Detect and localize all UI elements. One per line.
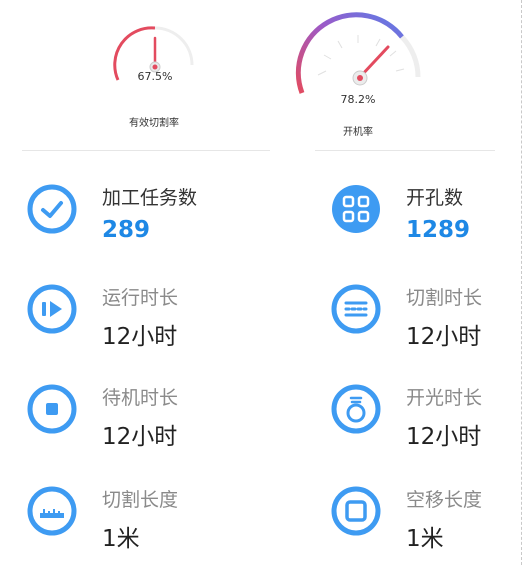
gauge-label: 开机率 <box>343 127 373 138</box>
effective-cutting-gauge: 67.5% 有效切割率 <box>100 10 210 129</box>
divider <box>315 150 495 151</box>
stat-label: 待机时长 <box>102 387 179 409</box>
stop-icon <box>27 384 77 434</box>
stat-label: 切割时长 <box>406 287 483 309</box>
check-icon <box>27 184 77 234</box>
stat-label: 切割长度 <box>102 489 179 511</box>
gauge-value: 67.5% <box>137 70 173 83</box>
stat-value: 12小时 <box>102 324 178 350</box>
stat-label: 运行时长 <box>102 287 179 309</box>
stat-value: 12小时 <box>406 424 482 450</box>
grid-holes-icon <box>332 185 380 233</box>
dashed-border <box>521 0 522 565</box>
lines-icon <box>331 284 381 334</box>
stat-value: 1289 <box>406 217 471 243</box>
ruler-icon <box>27 486 77 536</box>
stat-value: 1米 <box>406 526 444 552</box>
stat-label: 空移长度 <box>406 489 483 511</box>
gauge-label: 有效切割率 <box>129 118 179 129</box>
bulb-icon <box>331 384 381 434</box>
stat-value: 289 <box>102 217 151 243</box>
stat-label: 加工任务数 <box>102 187 198 209</box>
stat-value: 12小时 <box>102 424 178 450</box>
gauge-value: 78.2% <box>340 93 376 106</box>
gauge-dial <box>295 12 421 94</box>
stat-value: 1米 <box>102 526 140 552</box>
square-icon <box>331 486 381 536</box>
play-icon <box>27 284 77 334</box>
uptime-gauge: 78.2% 开机率 <box>290 5 430 138</box>
stat-label: 开孔数 <box>406 187 464 209</box>
stat-label: 开光时长 <box>406 387 483 409</box>
stat-value: 12小时 <box>406 324 482 350</box>
divider <box>22 150 270 151</box>
